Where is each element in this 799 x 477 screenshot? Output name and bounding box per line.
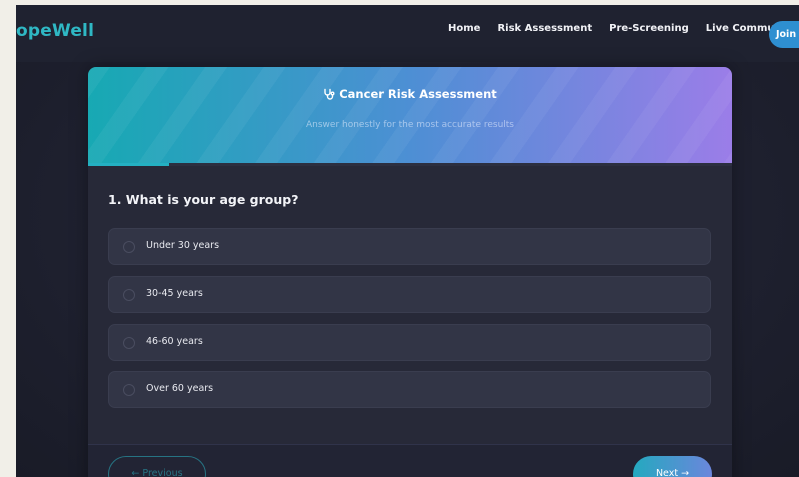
- assessment-header: Cancer Risk Assessment Answer honestly f…: [88, 67, 732, 163]
- answer-option-label: 46-60 years: [146, 336, 203, 347]
- progress-bar-fill: [88, 163, 169, 166]
- assessment-subtitle: Answer honestly for the most accurate re…: [306, 120, 514, 130]
- previous-button[interactable]: ← Previous: [108, 456, 206, 477]
- radio-circle-icon[interactable]: [123, 384, 135, 396]
- brand-logo[interactable]: opeWell: [16, 21, 94, 41]
- answer-option-46-60[interactable]: 46-60 years: [108, 324, 711, 361]
- assessment-title-text: Cancer Risk Assessment: [339, 87, 497, 101]
- progress-bar: [88, 163, 732, 166]
- answer-option-under-30[interactable]: Under 30 years: [108, 228, 711, 265]
- radio-circle-icon[interactable]: [123, 241, 135, 253]
- radio-circle-icon[interactable]: [123, 289, 135, 301]
- answer-option-label: Over 60 years: [146, 383, 214, 394]
- answer-option-label: Under 30 years: [146, 240, 220, 251]
- join-community-button[interactable]: Join C: [769, 21, 799, 48]
- radio-circle-icon[interactable]: [123, 337, 135, 349]
- app-viewport: opeWell Home Risk Assessment Pre-Screeni…: [16, 5, 799, 477]
- nav-links: Home Risk Assessment Pre-Screening Live …: [448, 22, 799, 36]
- stethoscope-icon: [323, 88, 335, 103]
- top-navbar: opeWell Home Risk Assessment Pre-Screeni…: [16, 5, 799, 62]
- question-text: 1. What is your age group?: [108, 192, 299, 207]
- nav-link-risk-assessment[interactable]: Risk Assessment: [497, 22, 592, 36]
- assessment-title: Cancer Risk Assessment: [88, 87, 732, 103]
- next-button[interactable]: Next →: [633, 456, 712, 477]
- nav-link-home[interactable]: Home: [448, 22, 480, 36]
- answer-option-over-60[interactable]: Over 60 years: [108, 371, 711, 408]
- answer-option-label: 30-45 years: [146, 288, 203, 299]
- answer-option-30-45[interactable]: 30-45 years: [108, 276, 711, 313]
- nav-link-pre-screening[interactable]: Pre-Screening: [609, 22, 689, 36]
- assessment-card: Cancer Risk Assessment Answer honestly f…: [88, 67, 732, 477]
